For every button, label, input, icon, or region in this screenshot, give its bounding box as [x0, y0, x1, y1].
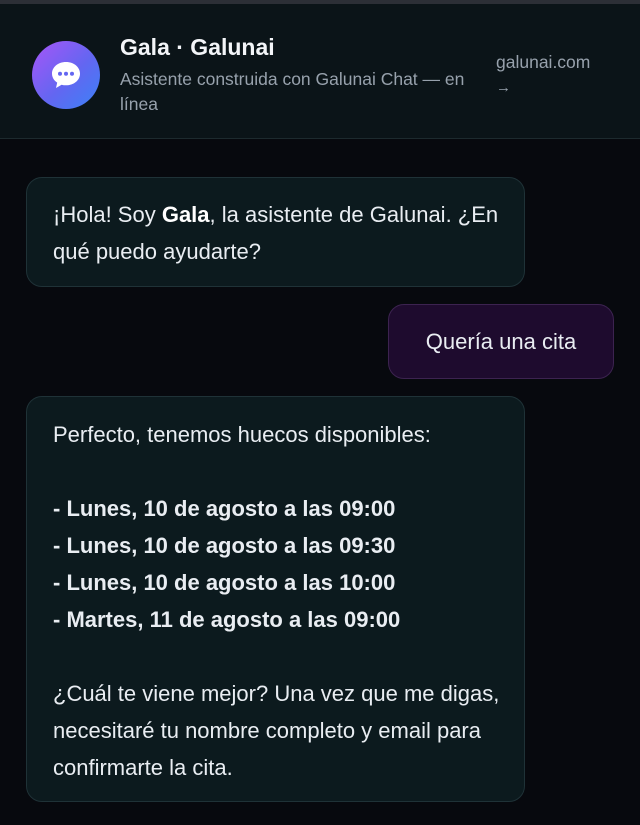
assistant-avatar — [32, 41, 100, 109]
user-message: Quería una cita — [388, 304, 614, 379]
reply-closing: ¿Cuál te viene mejor? Una vez que me dig… — [53, 681, 500, 780]
time-slot: - Lunes, 10 de agosto a las 09:30 — [53, 533, 396, 558]
message-text: ¡Hola! Soy Gala, la asistente de Galunai… — [53, 196, 500, 270]
chat-title: Gala · Galunai — [120, 34, 275, 60]
site-link-label: galunai.com — [496, 52, 591, 72]
assistant-name: Gala — [161, 202, 210, 227]
site-link[interactable]: galunai.com → — [496, 46, 616, 98]
assistant-message-greeting: ¡Hola! Soy Gala, la asistente de Galunai… — [26, 177, 525, 287]
assistant-message-availability: Perfecto, tenemos huecos disponibles: - … — [26, 396, 525, 802]
time-slot: - Lunes, 10 de agosto a las 09:00 — [53, 496, 396, 521]
chat-header: Gala · Galunai Asistente construida con … — [0, 4, 640, 139]
chat-subtitle: Asistente construida con Galunai Chat — … — [120, 69, 465, 114]
reply-intro: Perfecto, tenemos huecos disponibles: — [53, 422, 431, 447]
chat-bubble-icon — [52, 62, 80, 88]
chat-window: Gala · Galunai Asistente construida con … — [0, 0, 640, 825]
time-slot: - Lunes, 10 de agosto a las 10:00 — [53, 570, 396, 595]
greeting-prefix: ¡Hola! Soy — [53, 202, 162, 227]
time-slot: - Martes, 11 de agosto a las 09:00 — [53, 607, 401, 632]
arrow-right-icon: → — [496, 79, 511, 96]
user-message-text: Quería una cita — [425, 329, 577, 354]
